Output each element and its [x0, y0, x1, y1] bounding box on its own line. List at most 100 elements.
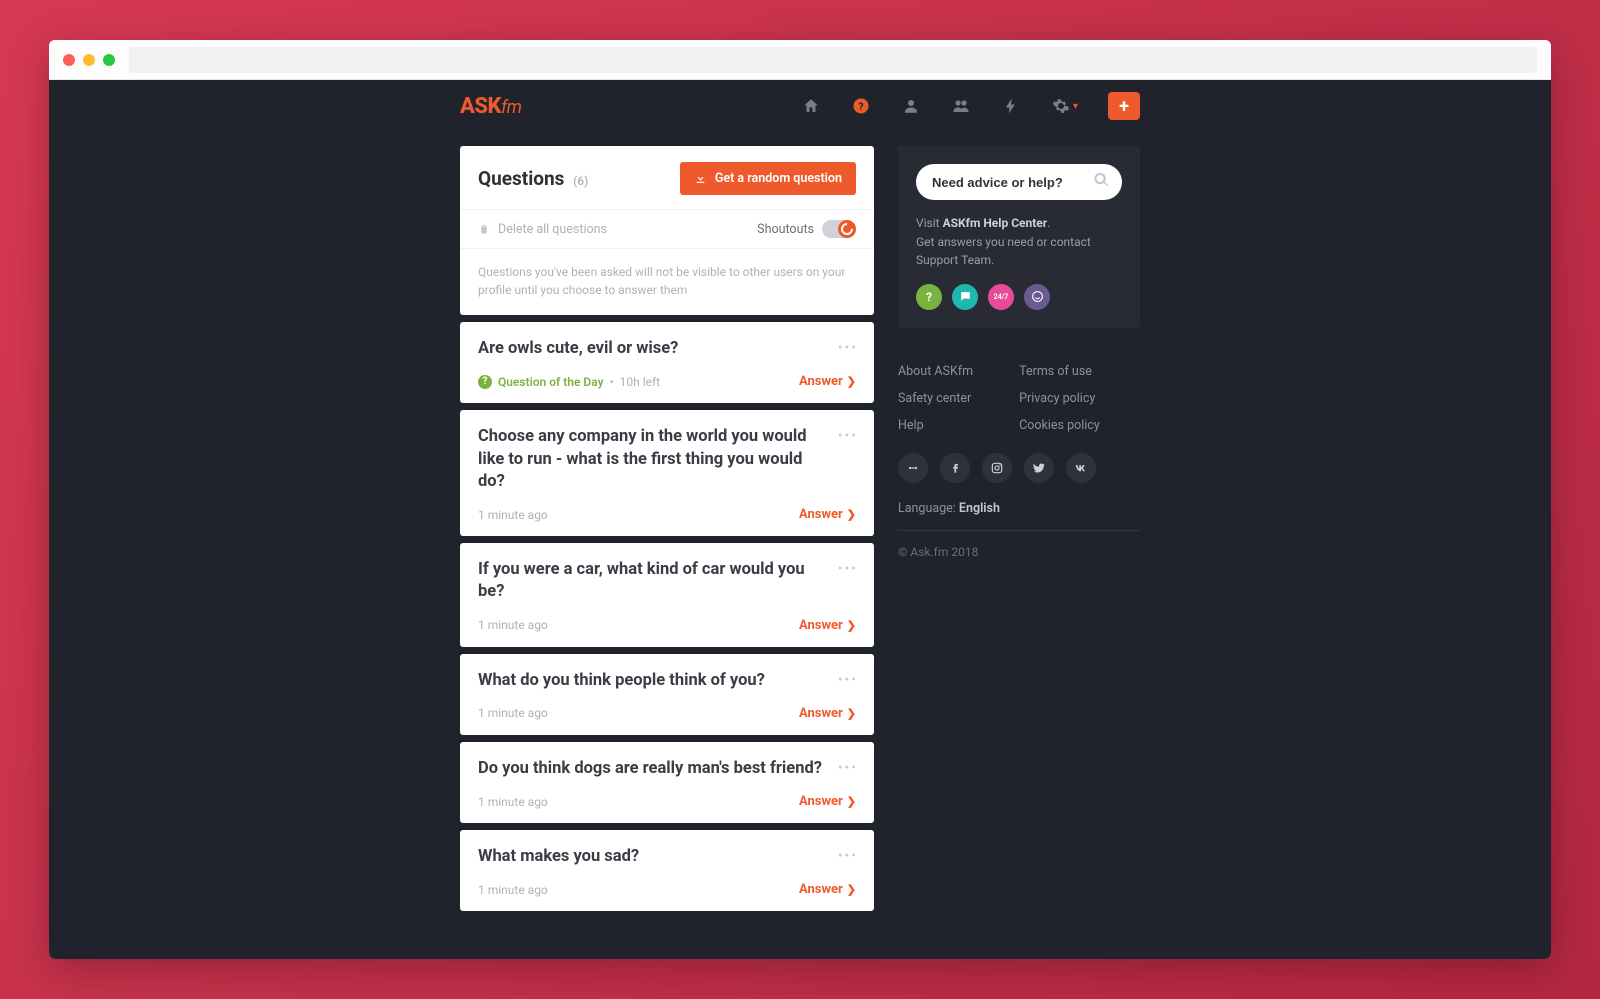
answer-button[interactable]: Answer❯: [799, 882, 856, 897]
ask-button[interactable]: +: [1108, 92, 1140, 120]
question-text: Are owls cute, evil or wise?: [478, 338, 856, 360]
social-askfm-icon[interactable]: [898, 453, 928, 483]
answer-button[interactable]: Answer❯: [799, 507, 856, 522]
help-faq-icon[interactable]: ?: [916, 284, 942, 310]
traffic-lights: [63, 54, 115, 66]
logo-suffix: fm: [501, 97, 521, 118]
question-more-icon[interactable]: •••: [838, 760, 858, 776]
footer-link[interactable]: Cookies policy: [1019, 418, 1100, 433]
questions-hint: Questions you've been asked will not be …: [460, 248, 874, 315]
question-text: What makes you sad?: [478, 846, 856, 868]
footer-col-2: Terms of use Privacy policy Cookies policy: [1019, 364, 1100, 433]
language-label: Language:: [898, 501, 959, 516]
friends-icon[interactable]: [951, 96, 971, 116]
panel-header: Questions (6) Get a random question: [460, 146, 874, 209]
question-card: •••Are owls cute, evil or wise?? Question…: [460, 322, 874, 403]
question-time: 10h left: [620, 375, 660, 389]
social-instagram-icon[interactable]: [982, 453, 1012, 483]
question-more-icon[interactable]: •••: [838, 848, 858, 864]
question-meta-row: 1 minute agoAnswer❯: [478, 507, 856, 522]
chevron-right-icon: ❯: [847, 375, 856, 388]
question-more-icon[interactable]: •••: [838, 340, 858, 356]
question-meta-row: 1 minute ago Answer❯: [478, 794, 856, 809]
answer-button[interactable]: Answer❯: [799, 794, 856, 809]
url-bar[interactable]: [129, 47, 1537, 73]
question-text: Choose any company in the world you woul…: [478, 426, 856, 493]
help-search-input[interactable]: [916, 164, 1122, 200]
question-text: Do you think dogs are really man's best …: [478, 758, 856, 780]
question-meta: 1 minute ago: [478, 883, 548, 897]
help-panel: Visit ASKfm Help Center. Get answers you…: [898, 146, 1140, 328]
question-more-icon[interactable]: •••: [838, 561, 858, 577]
footer-link[interactable]: About ASKfm: [898, 364, 973, 379]
app-viewport: ASKfm ?: [49, 80, 1551, 959]
window-zoom-button[interactable]: [103, 54, 115, 66]
question-time: 1 minute ago: [478, 706, 548, 720]
side-column: Visit ASKfm Help Center. Get answers you…: [898, 146, 1140, 911]
copyright: © Ask.fm 2018: [898, 545, 1140, 559]
chevron-down-icon: ▾: [1073, 101, 1078, 112]
question-meta-row: ?Question of the Day • 10h leftAnswer❯: [478, 374, 856, 389]
chevron-right-icon: ❯: [847, 883, 856, 896]
delete-all-label: Delete all questions: [498, 222, 607, 237]
app-header: ASKfm ?: [49, 80, 1551, 132]
window-close-button[interactable]: [63, 54, 75, 66]
social-twitter-icon[interactable]: [1024, 453, 1054, 483]
logo[interactable]: ASKfm: [460, 94, 521, 119]
settings-dropdown[interactable]: ▾: [1051, 96, 1078, 116]
inbox-icon[interactable]: ?: [851, 96, 871, 116]
social-facebook-icon[interactable]: [940, 453, 970, 483]
delete-all-button[interactable]: Delete all questions: [478, 222, 607, 237]
qod-label: Question of the Day: [498, 375, 604, 389]
help-subtext: Get answers you need or contact Support …: [916, 235, 1091, 268]
social-icons: [898, 453, 1140, 483]
questions-toolbar: Delete all questions Shoutouts: [460, 209, 874, 248]
profile-icon[interactable]: [901, 96, 921, 116]
question-time: 1 minute ago: [478, 795, 548, 809]
chevron-right-icon: ❯: [847, 795, 856, 808]
trash-icon: [478, 223, 490, 235]
question-more-icon[interactable]: •••: [838, 672, 858, 688]
footer-link[interactable]: Help: [898, 418, 973, 433]
shoutouts-toggle[interactable]: [822, 220, 856, 238]
help-center-link[interactable]: ASKfm Help Center: [943, 216, 1048, 230]
gear-icon: [1051, 96, 1071, 116]
random-question-label: Get a random question: [715, 171, 842, 186]
help-247-icon[interactable]: 24/7: [988, 284, 1014, 310]
help-chat-icon[interactable]: [952, 284, 978, 310]
footer-link[interactable]: Privacy policy: [1019, 391, 1100, 406]
answer-button[interactable]: Answer❯: [799, 706, 856, 721]
notifications-icon[interactable]: [1001, 96, 1021, 116]
question-more-icon[interactable]: •••: [838, 428, 858, 444]
question-card: •••What makes you sad? 1 minute ago Answer…: [460, 830, 874, 911]
answer-label: Answer: [799, 374, 843, 389]
language-selector[interactable]: English: [959, 501, 1000, 516]
help-smile-icon[interactable]: [1024, 284, 1050, 310]
help-visit-prefix: Visit: [916, 216, 943, 230]
social-vk-icon[interactable]: [1066, 453, 1096, 483]
footer-col-1: About ASKfm Safety center Help: [898, 364, 973, 433]
footer-link[interactable]: Safety center: [898, 391, 973, 406]
question-card: •••Do you think dogs are really man's be…: [460, 742, 874, 823]
question-meta: ?Question of the Day • 10h left: [478, 375, 660, 389]
question-meta-row: 1 minute ago Answer❯: [478, 618, 856, 633]
qod-badge-icon: ?: [478, 375, 492, 389]
logo-main: ASK: [460, 94, 501, 119]
answer-button[interactable]: Answer ❯: [799, 374, 856, 389]
home-icon[interactable]: [801, 96, 821, 116]
questions-list: •••Are owls cute, evil or wise??Question…: [460, 322, 874, 911]
nav-icons: ? ▾: [801, 92, 1140, 120]
random-question-button[interactable]: Get a random question: [680, 162, 856, 195]
window-minimize-button[interactable]: [83, 54, 95, 66]
footer-links: About ASKfm Safety center Help Terms of us…: [898, 364, 1140, 433]
answer-button[interactable]: Answer❯: [799, 618, 856, 633]
panel-title-text: Questions: [478, 167, 564, 190]
answer-label: Answer: [799, 706, 843, 721]
search-icon[interactable]: [1093, 172, 1110, 193]
language-row: Language: English: [898, 501, 1140, 531]
question-time: 1 minute ago: [478, 618, 548, 632]
footer-link[interactable]: Terms of use: [1019, 364, 1100, 379]
svg-text:?: ?: [858, 100, 863, 113]
download-icon: [694, 172, 707, 185]
question-card: •••What do you think people think of you…: [460, 654, 874, 735]
